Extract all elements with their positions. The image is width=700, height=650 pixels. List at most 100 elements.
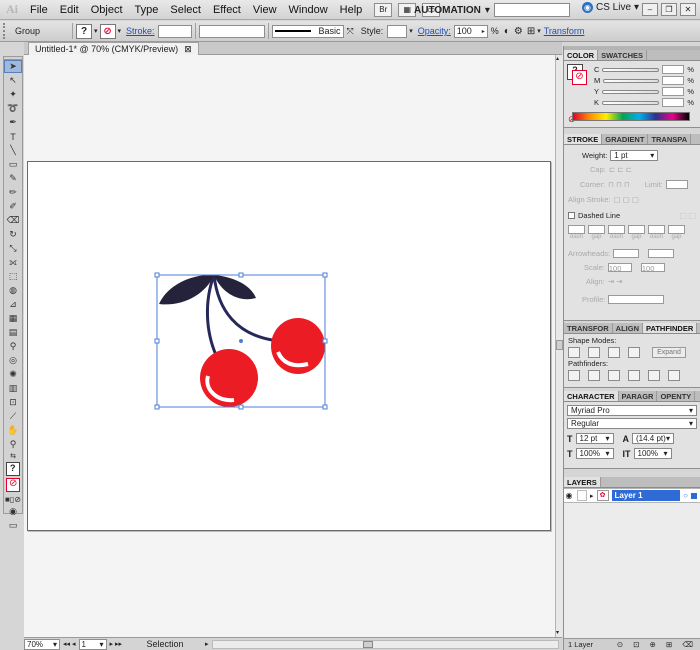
handle-bottom-right[interactable] — [322, 404, 328, 410]
minus-back-icon[interactable] — [668, 369, 680, 381]
dash-input-1[interactable] — [568, 225, 585, 234]
direct-selection-tool-icon[interactable]: ↖ — [4, 74, 22, 87]
profile-dropdown[interactable] — [608, 294, 665, 304]
cap-buttons-icon[interactable]: ⊏ ⊏ ⊏ — [609, 165, 632, 174]
horizontal-scrollbar[interactable] — [211, 639, 559, 649]
menu-view[interactable]: View — [247, 0, 283, 20]
line-tool-icon[interactable]: ╲ — [4, 144, 22, 157]
artboard-navigation-dropdown[interactable]: 1 ▾ — [78, 638, 107, 650]
gradient-tool-icon[interactable]: ▤ — [4, 326, 22, 339]
font-family-dropdown[interactable]: Myriad Pro ▾ — [567, 405, 697, 416]
dash-input-3[interactable] — [648, 225, 665, 234]
cherry-artwork[interactable] — [28, 162, 552, 532]
hand-tool-icon[interactable]: ✋ — [4, 424, 22, 437]
close-tab-icon[interactable]: ⊠ — [184, 43, 192, 55]
search-input[interactable] — [494, 3, 570, 17]
tab-color[interactable]: COLOR — [564, 50, 599, 60]
intersect-icon[interactable] — [608, 346, 620, 358]
eraser-tool-icon[interactable]: ⌫ — [4, 214, 22, 227]
tab-align[interactable]: ALIGN — [613, 323, 644, 333]
scale-tool-icon[interactable]: ⤡ — [4, 242, 22, 255]
align-stroke-buttons-icon[interactable]: ▢ ▢ ▢ — [614, 195, 639, 204]
chevron-down-icon[interactable]: ▾ — [94, 27, 98, 35]
type-tool-icon[interactable]: T — [4, 130, 22, 143]
align-arrow-buttons-icon[interactable]: ⇥ ⇥ — [608, 277, 623, 286]
arrowhead-end-dropdown[interactable] — [648, 248, 675, 258]
weight-dropdown[interactable]: 1 pt ▾ — [610, 149, 659, 161]
tab-transform[interactable]: TRANSFOR — [564, 323, 613, 333]
trim-icon[interactable] — [588, 369, 600, 381]
chevron-down-icon[interactable]: ▾ — [118, 27, 122, 35]
scale-strokes-icon[interactable]: ⤧ — [347, 26, 354, 37]
cs-live-button[interactable]: ◉ CS Live ▾ — [582, 2, 639, 13]
close-button[interactable]: ✕ — [680, 3, 696, 16]
menu-help[interactable]: Help — [334, 0, 369, 20]
tab-pathfinder[interactable]: PATHFINDER — [643, 323, 698, 333]
limit-input[interactable] — [665, 180, 688, 189]
stroke-color-box[interactable]: ⊘ — [6, 478, 20, 492]
arrowhead-start-dropdown[interactable] — [613, 248, 640, 258]
tab-swatches[interactable]: SWATCHES — [598, 50, 648, 60]
zoom-tool-icon[interactable]: ⚲ — [4, 438, 22, 451]
gap-input-2[interactable] — [628, 225, 645, 234]
layer-action-buttons-icon[interactable]: ⊙ ⊡ ⊕ ⊞ ⌫ — [617, 640, 700, 649]
gap-input-1[interactable] — [588, 225, 605, 234]
previous-artboard-icon[interactable]: ◂◂ ◂ — [63, 640, 76, 648]
symbol-sprayer-tool-icon[interactable]: ✺ — [4, 368, 22, 381]
corner-buttons-icon[interactable]: ⊓ ⊓ ⊓ — [608, 180, 630, 189]
visibility-eye-icon[interactable]: ◉ — [564, 491, 574, 500]
tab-stroke[interactable]: STROKE — [564, 134, 603, 144]
input-y[interactable] — [662, 87, 685, 96]
workspace-switcher[interactable]: AUTOMATION ▾ — [414, 2, 490, 18]
slider-m[interactable] — [603, 78, 660, 83]
magic-wand-tool-icon[interactable]: ✦ — [4, 88, 22, 101]
slider-c[interactable] — [602, 67, 660, 72]
handle-top-right[interactable] — [322, 272, 328, 278]
selection-tool-icon[interactable]: ➤ — [4, 60, 22, 73]
stroke-weight-field[interactable] — [157, 24, 192, 38]
expand-arrow-icon[interactable]: ▸ — [590, 492, 594, 500]
bridge-button[interactable]: Br — [374, 2, 393, 17]
eyedropper-tool-icon[interactable]: ⚲ — [4, 340, 22, 353]
handle-bottom-left[interactable] — [154, 404, 160, 410]
menu-effect[interactable]: Effect — [207, 0, 247, 20]
zoom-dropdown[interactable]: 70% ▾ — [24, 638, 60, 650]
tab-gradient[interactable]: GRADIENT — [602, 134, 649, 144]
layer-name[interactable]: Layer 1 — [611, 490, 681, 501]
menu-window[interactable]: Window — [283, 0, 334, 20]
gap-input-3[interactable] — [668, 225, 685, 234]
tab-opentype[interactable]: OPENTY — [657, 391, 696, 401]
handle-top-middle[interactable] — [238, 272, 244, 278]
brush-definition-dropdown[interactable]: Basic — [271, 24, 344, 38]
mesh-tool-icon[interactable]: ▦ — [4, 312, 22, 325]
pencil-tool-icon[interactable]: ✏ — [4, 186, 22, 199]
input-m[interactable] — [662, 76, 685, 85]
color-spectrum-bar[interactable] — [572, 112, 690, 121]
scroll-down-icon[interactable]: ▾ — [556, 629, 563, 637]
handle-top-left[interactable] — [154, 272, 160, 278]
horizontal-scale-dropdown[interactable]: 100% ▾ — [575, 448, 614, 459]
drawing-mode-icon[interactable]: ◉ — [4, 505, 22, 518]
outline-icon[interactable] — [648, 369, 660, 381]
artboard[interactable] — [27, 161, 551, 531]
status-menu-icon[interactable]: ▸ — [205, 640, 209, 648]
dash-alignment-icon[interactable]: ⬚ ⬚ — [680, 211, 696, 220]
expand-button[interactable]: Expand — [652, 346, 686, 358]
menu-object[interactable]: Object — [85, 0, 129, 20]
fill-color-box[interactable]: ? — [6, 462, 20, 476]
color-mode-buttons-icon[interactable]: ■▯⊘ — [4, 494, 22, 504]
vertical-scroll-thumb[interactable] — [556, 340, 563, 350]
vertical-scale-dropdown[interactable]: 100% ▾ — [633, 448, 672, 459]
swap-colors-icon[interactable]: ⇆ — [4, 452, 22, 460]
opacity-field[interactable]: 100 ▸ — [453, 24, 488, 38]
menu-file[interactable]: File — [24, 0, 54, 20]
stroke-swatch-button[interactable]: ⊘ — [99, 23, 116, 39]
tab-layers[interactable]: LAYERS — [564, 477, 601, 487]
crop-icon[interactable] — [628, 369, 640, 381]
width-tool-icon[interactable]: ⟗ — [4, 256, 22, 269]
menu-select[interactable]: Select — [164, 0, 207, 20]
artboard-tool-icon[interactable]: ⊡ — [4, 396, 22, 409]
free-transform-tool-icon[interactable]: ⬚ — [4, 270, 22, 283]
leading-dropdown[interactable]: (14.4 pt) ▾ — [632, 433, 674, 444]
lasso-tool-icon[interactable]: ➰ — [4, 102, 22, 115]
